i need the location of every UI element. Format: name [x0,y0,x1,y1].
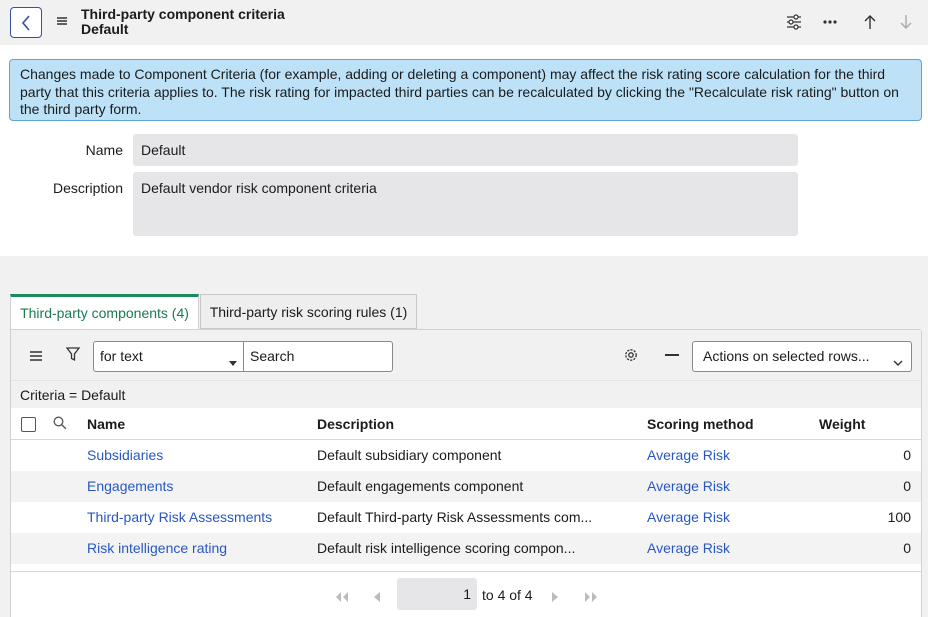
tab-third-party-components[interactable]: Third-party components (4) [10,294,199,329]
description-label: Description [52,180,123,196]
column-header-description[interactable]: Description [317,416,394,432]
row-scoring-method-link[interactable]: Average Risk [647,540,730,556]
table-header: Name Description Scoring method Weight [11,408,921,440]
row-description: Default risk intelligence scoring compon… [317,540,576,556]
table-row: Third-party Risk Assessments Default Thi… [11,502,921,533]
column-header-weight[interactable]: Weight [819,416,865,432]
last-page-icon[interactable] [584,589,598,605]
row-name-link[interactable]: Subsidiaries [87,447,163,463]
row-scoring-method-link[interactable]: Average Risk [647,478,730,494]
back-button[interactable] [10,7,42,38]
related-list-panel: for text Search Actions on selected rows… [10,329,922,617]
list-menu-icon[interactable] [29,349,43,365]
caret-down-icon [229,353,237,369]
chevron-down-icon [893,353,903,369]
row-description: Default engagements component [317,478,524,494]
actions-on-selected-rows-select[interactable]: Actions on selected rows... [692,341,912,372]
form-header: Third-party component criteria Default [0,0,928,45]
breadcrumb[interactable]: Criteria = Default [11,380,921,408]
page-number-input[interactable]: 1 [397,578,477,610]
pagination: 1 to 4 of 4 [11,571,921,617]
more-options-icon[interactable] [820,12,840,32]
actions-select-value: Actions on selected rows... [703,348,870,364]
previous-record-icon[interactable] [860,12,880,32]
row-weight: 0 [903,540,911,556]
table-row: Risk intelligence rating Default risk in… [11,533,921,564]
row-name-link[interactable]: Engagements [87,478,173,494]
header-subtitle: Default [81,21,129,37]
personalize-form-icon[interactable] [784,12,804,32]
first-page-icon[interactable] [335,589,349,605]
row-description: Default Third-party Risk Assessments com… [317,509,593,525]
gear-icon[interactable] [623,347,639,366]
row-weight: 0 [903,447,911,463]
table-row: Subsidiaries Default subsidiary componen… [11,440,921,471]
row-weight: 100 [887,509,911,525]
next-page-icon[interactable] [551,589,559,605]
context-menu-icon[interactable] [55,14,69,28]
table-row: Engagements Default engagements componen… [11,471,921,502]
row-scoring-method-link[interactable]: Average Risk [647,447,730,463]
header-title: Third-party component criteria [81,6,285,22]
search-icon[interactable] [53,416,67,433]
row-scoring-method-link[interactable]: Average Risk [647,509,730,525]
column-header-scoring-method[interactable]: Scoring method [647,416,754,432]
search-field-select-value: for text [100,348,143,364]
page-title: Third-party component criteria Default [81,7,285,37]
next-record-icon[interactable] [896,12,916,32]
row-name-link[interactable]: Third-party Risk Assessments [87,509,272,525]
name-label: Name [85,142,123,158]
description-field[interactable]: Default vendor risk component criteria [133,172,798,236]
minimize-icon[interactable] [665,354,679,356]
list-toolbar: for text Search Actions on selected rows… [11,330,921,380]
filter-icon[interactable] [65,347,81,365]
previous-page-icon[interactable] [373,589,381,605]
row-weight: 0 [903,478,911,494]
tab-third-party-risk-scoring-rules[interactable]: Third-party risk scoring rules (1) [200,294,417,329]
row-description: Default subsidiary component [317,447,502,463]
name-field[interactable]: Default [133,134,798,166]
chevron-left-icon [21,14,30,31]
row-name-link[interactable]: Risk intelligence rating [87,540,227,556]
page-range-text: to 4 of 4 [482,587,533,603]
select-all-checkbox[interactable] [21,417,36,432]
search-field-select[interactable]: for text [93,341,244,372]
column-header-name[interactable]: Name [87,416,125,432]
search-input[interactable]: Search [243,341,393,372]
info-banner: Changes made to Component Criteria (for … [9,59,922,121]
